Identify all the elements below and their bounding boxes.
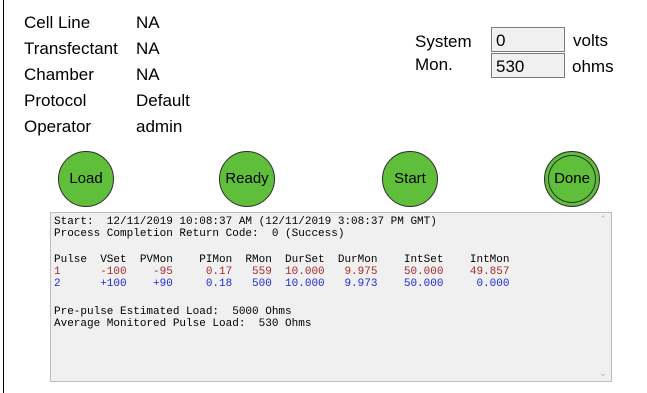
chamber-label: Chamber xyxy=(24,65,94,84)
system-volts-field[interactable]: 0 xyxy=(491,27,565,52)
log-scrollbar[interactable]: ⌃ ⌄ xyxy=(595,213,611,381)
start-button-label: Start xyxy=(394,170,426,187)
log-start-line: Start: 12/11/2019 10:08:37 AM (12/11/201… xyxy=(54,216,437,228)
chevron-down-icon[interactable]: ⌄ xyxy=(595,367,611,381)
volts-unit-label: volts xyxy=(573,31,608,50)
system-ohms-field[interactable]: 530 xyxy=(491,53,565,78)
log-table-header: Pulse VSet PVMon PIMon RMon DurSet DurMo… xyxy=(54,254,510,266)
operator-label: Operator xyxy=(24,117,92,136)
system-label: System xyxy=(415,32,472,51)
done-button[interactable]: Done xyxy=(544,151,600,207)
chevron-up-icon[interactable]: ⌃ xyxy=(595,213,611,227)
window-left-border xyxy=(3,0,4,393)
protocol-value: Default xyxy=(136,91,190,110)
load-button-label: Load xyxy=(69,170,103,187)
log-estimated-load-line: Pre-pulse Estimated Load: 5000 Ohms xyxy=(54,306,292,318)
log-return-code-line: Process Completion Return Code: 0 (Succe… xyxy=(54,228,345,240)
process-log[interactable]: Start: 12/11/2019 10:08:37 AM (12/11/201… xyxy=(50,212,612,382)
start-button[interactable]: Start xyxy=(382,151,438,207)
operator-value: admin xyxy=(136,117,183,136)
log-monitored-load-line: Average Monitored Pulse Load: 530 Ohms xyxy=(54,318,312,330)
monitor-label: Mon. xyxy=(415,55,453,74)
cell-line-label: Cell Line xyxy=(24,13,91,32)
done-button-label: Done xyxy=(554,170,590,187)
log-pulse-row-2: 2 +100 +90 0.18 500 10.000 9.973 50.000 … xyxy=(54,278,510,290)
load-button[interactable]: Load xyxy=(58,151,114,207)
transfectant-value: NA xyxy=(136,39,160,58)
ohms-unit-label: ohms xyxy=(572,57,614,76)
ready-button-label: Ready xyxy=(225,170,269,187)
cell-line-value: NA xyxy=(136,13,160,32)
ready-button[interactable]: Ready xyxy=(219,151,275,207)
protocol-label: Protocol xyxy=(24,91,87,110)
log-pulse-row-1: 1 -100 -95 0.17 559 10.000 9.975 50.000 … xyxy=(54,266,510,278)
transfectant-label: Transfectant xyxy=(24,39,118,58)
chamber-value: NA xyxy=(136,65,160,84)
